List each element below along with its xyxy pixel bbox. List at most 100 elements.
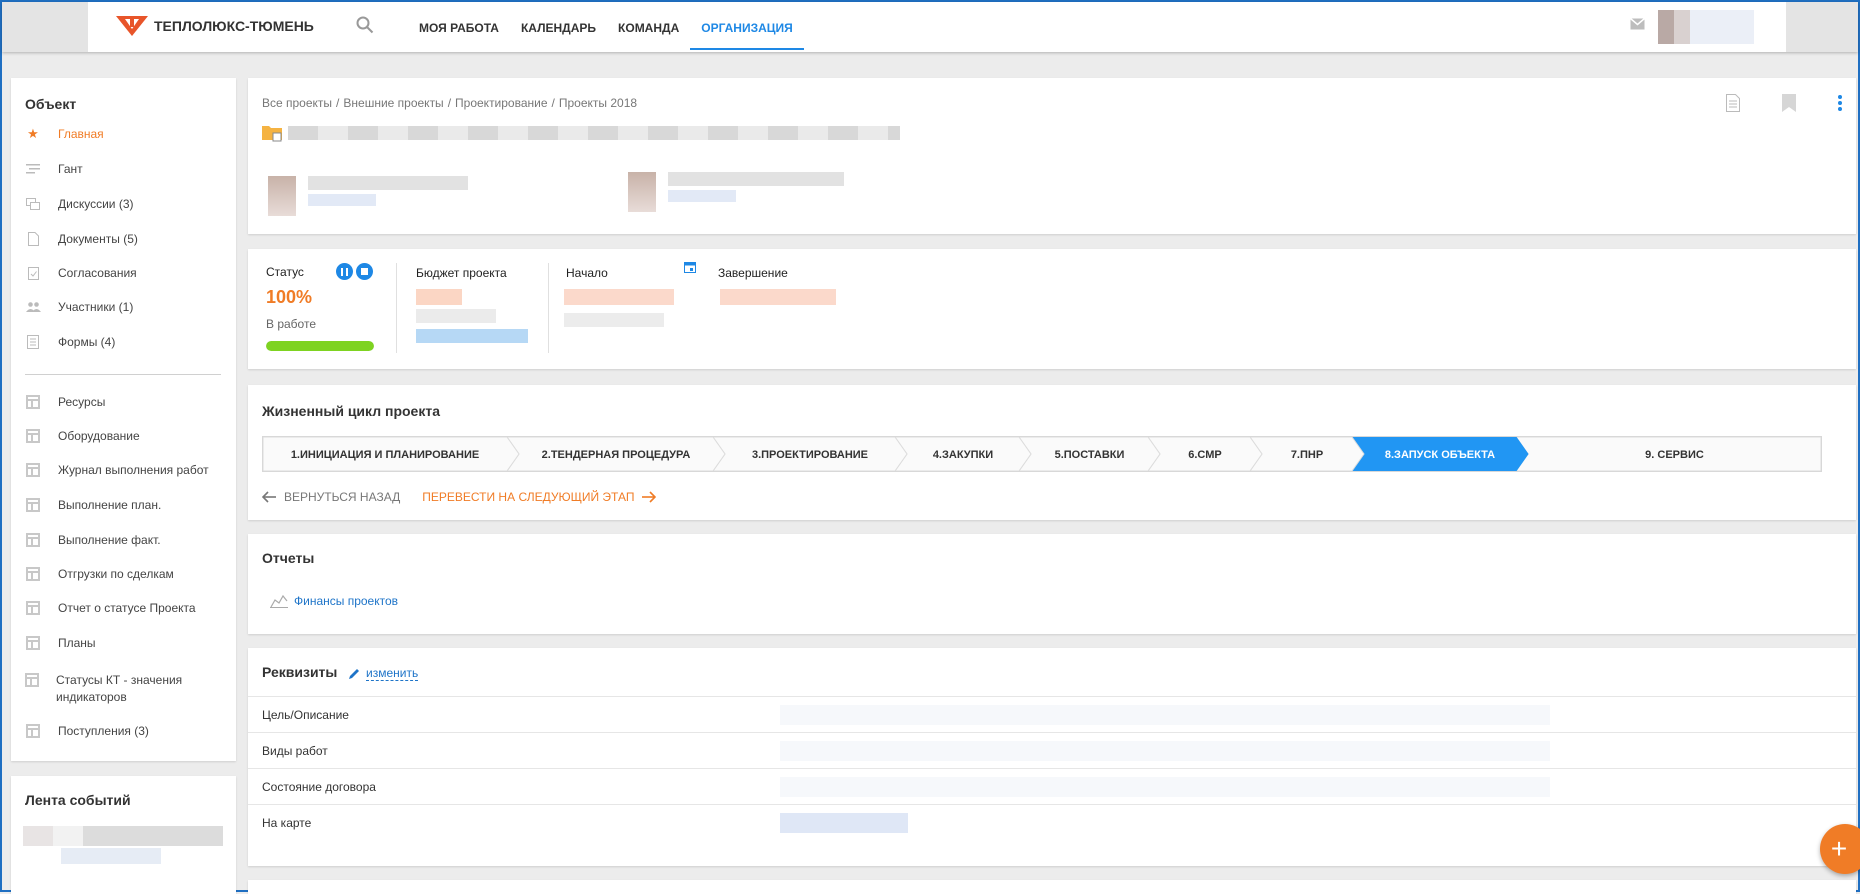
- sidebar-item-shipments[interactable]: Отгрузки по сделкам: [25, 563, 174, 585]
- requisite-row: На карте: [248, 804, 1856, 840]
- map-link-blurred[interactable]: [780, 813, 908, 833]
- sidebar-item-label: Статусы КТ - значения индикаторов: [56, 673, 183, 704]
- breadcrumb-item[interactable]: Внешние проекты: [343, 96, 443, 110]
- report-icon[interactable]: [1726, 94, 1740, 112]
- reports-card: Отчеты Финансы проектов: [248, 534, 1856, 634]
- sidebar-item-label: Главная: [58, 127, 104, 141]
- breadcrumb-item[interactable]: Все проекты: [262, 96, 332, 110]
- sidebar-item-approvals[interactable]: Согласования: [25, 262, 137, 284]
- table-icon: [26, 636, 40, 650]
- lifecycle-step-label: 4.ЗАКУПКИ: [933, 449, 993, 461]
- lifecycle-step[interactable]: 3.ПРОЕКТИРОВАНИЕ: [712, 437, 908, 471]
- sidebar-item-main[interactable]: ★ Главная: [25, 123, 104, 145]
- search-icon[interactable]: [356, 16, 374, 34]
- mail-icon[interactable]: [1630, 18, 1645, 30]
- sidebar-item-label: Отчет о статусе Проекта: [58, 601, 196, 615]
- event-feed: Лента событий: [11, 776, 236, 894]
- top-bar: ТЕПЛОЛЮКС-ТЮМЕНЬ МОЯ РАБОТА КАЛЕНДАРЬ КО…: [2, 2, 1858, 52]
- report-link-finance[interactable]: Финансы проектов: [270, 594, 398, 608]
- chart-report-icon: [270, 594, 288, 608]
- breadcrumb-item[interactable]: Проекты 2018: [559, 96, 637, 110]
- sidebar-item-label: Ресурсы: [58, 395, 106, 409]
- nav-my-work[interactable]: МОЯ РАБОТА: [408, 2, 510, 52]
- divider: [548, 263, 549, 353]
- requisite-row: Виды работ: [248, 732, 1856, 768]
- nav-organization[interactable]: ОРГАНИЗАЦИЯ: [690, 2, 804, 52]
- requisite-label: Виды работ: [262, 744, 328, 758]
- form-icon: [25, 334, 41, 350]
- requisite-value-blurred: [780, 741, 1550, 761]
- status-progress-bar: [266, 341, 374, 351]
- sidebar-item-discussions[interactable]: Дискуссии (3): [25, 193, 134, 215]
- table-icon: [26, 567, 40, 581]
- end-label: Завершение: [718, 266, 788, 280]
- sidebar-item-resources[interactable]: Ресурсы: [25, 391, 105, 413]
- project-status-card: Статус 100% В работе Бюджет проекта Нача…: [248, 249, 1856, 369]
- lifecycle-actions: ВЕРНУТЬСЯ НАЗАД ПЕРЕВЕСТИ НА СЛЕДУЮЩИЙ Э…: [262, 490, 657, 504]
- sidebar-item-label: Гант: [58, 162, 83, 176]
- requisites-title: Реквизиты: [262, 664, 338, 680]
- sidebar-item-forms[interactable]: Формы (4): [25, 331, 115, 353]
- lifecycle-step[interactable]: 9. СЕРВИС: [1515, 437, 1821, 471]
- lifecycle-step[interactable]: 2.ТЕНДЕРНАЯ ПРОЦЕДУРА: [506, 437, 726, 471]
- edit-requisites-button[interactable]: изменить: [348, 666, 419, 681]
- user-avatar[interactable]: [1658, 10, 1754, 44]
- lifecycle-chevrons: 9. СЕРВИС 8.ЗАПУСК ОБЪЕКТА 7.ПНР 6.СМР 5.ПОС…: [263, 437, 1821, 471]
- bookmark-icon[interactable]: [1782, 94, 1796, 112]
- table-icon: [26, 429, 40, 443]
- sidebar-item-kt-statuses[interactable]: Статусы КТ - значения индикаторов: [25, 672, 185, 708]
- stop-button[interactable]: [356, 263, 373, 280]
- document-icon: [25, 231, 41, 247]
- sidebar-item-work-log[interactable]: Журнал выполнения работ: [25, 459, 209, 481]
- sidebar-item-receipts[interactable]: Поступления (3): [25, 720, 149, 742]
- customer-name-blurred: [668, 172, 844, 186]
- breadcrumb: Все проекты / Внешние проекты / Проектирован…: [262, 96, 638, 110]
- lifecycle-step[interactable]: 8.ЗАПУСК ОБЪЕКТА: [1351, 437, 1529, 471]
- report-link-label: Финансы проектов: [294, 594, 399, 608]
- feed-title: Лента событий: [25, 792, 131, 808]
- pause-icon: [341, 267, 348, 276]
- table-icon: [26, 463, 40, 477]
- sidebar-item-status-report[interactable]: Отчет о статусе Проекта: [25, 597, 196, 619]
- pencil-icon: [349, 668, 359, 679]
- project-folder-icon: [262, 126, 282, 142]
- sidebar-item-plans[interactable]: Планы: [25, 632, 96, 654]
- lifecycle-step[interactable]: 7.ПНР: [1249, 437, 1365, 471]
- sidebar-item-equipment[interactable]: Оборудование: [25, 425, 140, 447]
- manager-avatar: [268, 176, 296, 216]
- nav-calendar[interactable]: КАЛЕНДАРЬ: [510, 2, 607, 52]
- budget-label: Бюджет проекта: [416, 266, 507, 280]
- divider: [396, 263, 397, 353]
- sidebar-item-documents[interactable]: Документы (5): [25, 228, 138, 250]
- lifecycle-step[interactable]: 4.ЗАКУПКИ: [894, 437, 1032, 471]
- sidebar-item-participants[interactable]: Участники (1): [25, 296, 133, 318]
- calendar-icon[interactable]: [684, 261, 696, 273]
- table-icon: [26, 724, 40, 738]
- brand-logo[interactable]: ТЕПЛОЛЮКС-ТЮМЕНЬ: [116, 16, 314, 36]
- lifecycle-step-label: 9. СЕРВИС: [1645, 449, 1704, 461]
- pause-button[interactable]: [336, 263, 353, 280]
- lifecycle-step[interactable]: 5.ПОСТАВКИ: [1018, 437, 1161, 471]
- project-title-blurred: [288, 126, 900, 140]
- status-percent: 100%: [266, 287, 313, 307]
- sidebar-item-plan-execution[interactable]: Выполнение план.: [25, 494, 161, 516]
- sidebar-item-fact-execution[interactable]: Выполнение факт.: [25, 529, 161, 551]
- sidebar-item-gantt[interactable]: Гант: [25, 158, 83, 180]
- lifecycle-step-label: 2.ТЕНДЕРНАЯ ПРОЦЕДУРА: [542, 449, 691, 461]
- nav-team[interactable]: КОМАНДА: [607, 2, 690, 52]
- lifecycle-step[interactable]: 6.СМР: [1147, 437, 1263, 471]
- sidebar-divider: [25, 374, 221, 375]
- top-bar-inner: ТЕПЛОЛЮКС-ТЮМЕНЬ МОЯ РАБОТА КАЛЕНДАРЬ КО…: [88, 2, 1786, 52]
- more-vert-icon[interactable]: [1838, 95, 1842, 111]
- sidebar-item-label: Поступления (3): [58, 724, 149, 738]
- add-fab-button[interactable]: +: [1820, 824, 1860, 874]
- brand-name: ТЕПЛОЛЮКС-ТЮМЕНЬ: [154, 18, 314, 34]
- sidebar-item-label: Выполнение план.: [58, 498, 162, 512]
- requisite-row: Цель/Описание: [248, 696, 1856, 732]
- next-stage-button[interactable]: ПЕРЕВЕСТИ НА СЛЕДУЮЩИЙ ЭТАП: [422, 490, 657, 504]
- breadcrumb-item[interactable]: Проектирование: [455, 96, 548, 110]
- lifecycle-step[interactable]: 1.ИНИЦИАЦИЯ И ПЛАНИРОВАНИЕ: [263, 437, 520, 471]
- manager-role-blurred: [308, 194, 376, 206]
- discussion-icon: [25, 196, 41, 212]
- back-button[interactable]: ВЕРНУТЬСЯ НАЗАД: [262, 490, 400, 504]
